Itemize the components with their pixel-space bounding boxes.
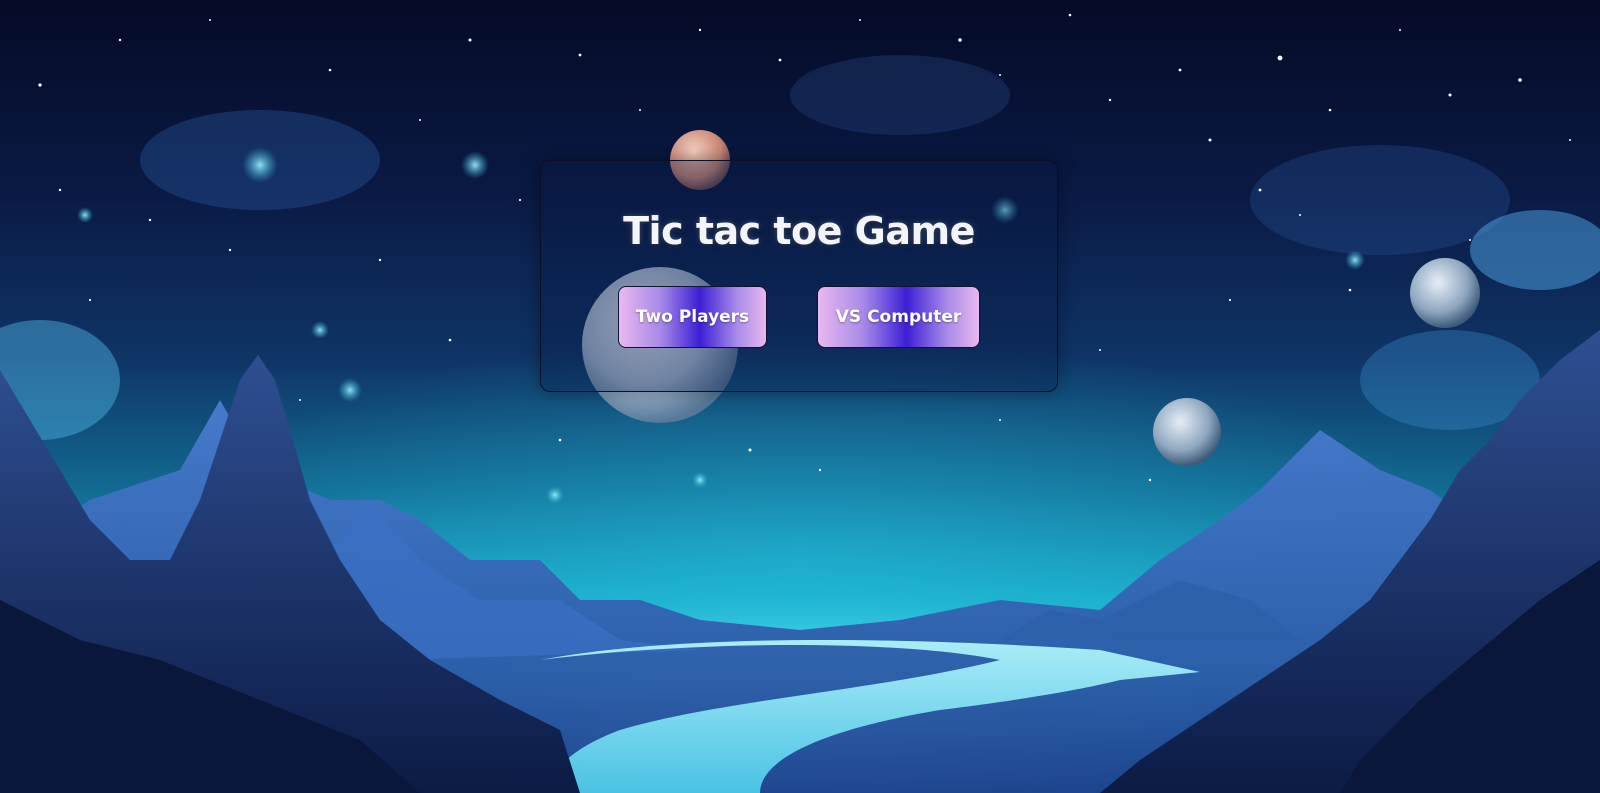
two-players-button[interactable]: Two Players	[618, 286, 767, 348]
page-title: Tic tac toe Game	[623, 209, 975, 253]
vs-computer-button[interactable]: VS Computer	[817, 286, 980, 348]
background-artwork	[0, 13, 1600, 793]
space-landscape-background	[0, 0, 1600, 793]
game-menu-panel: Tic tac toe Game Two Players VS Computer	[540, 160, 1058, 392]
